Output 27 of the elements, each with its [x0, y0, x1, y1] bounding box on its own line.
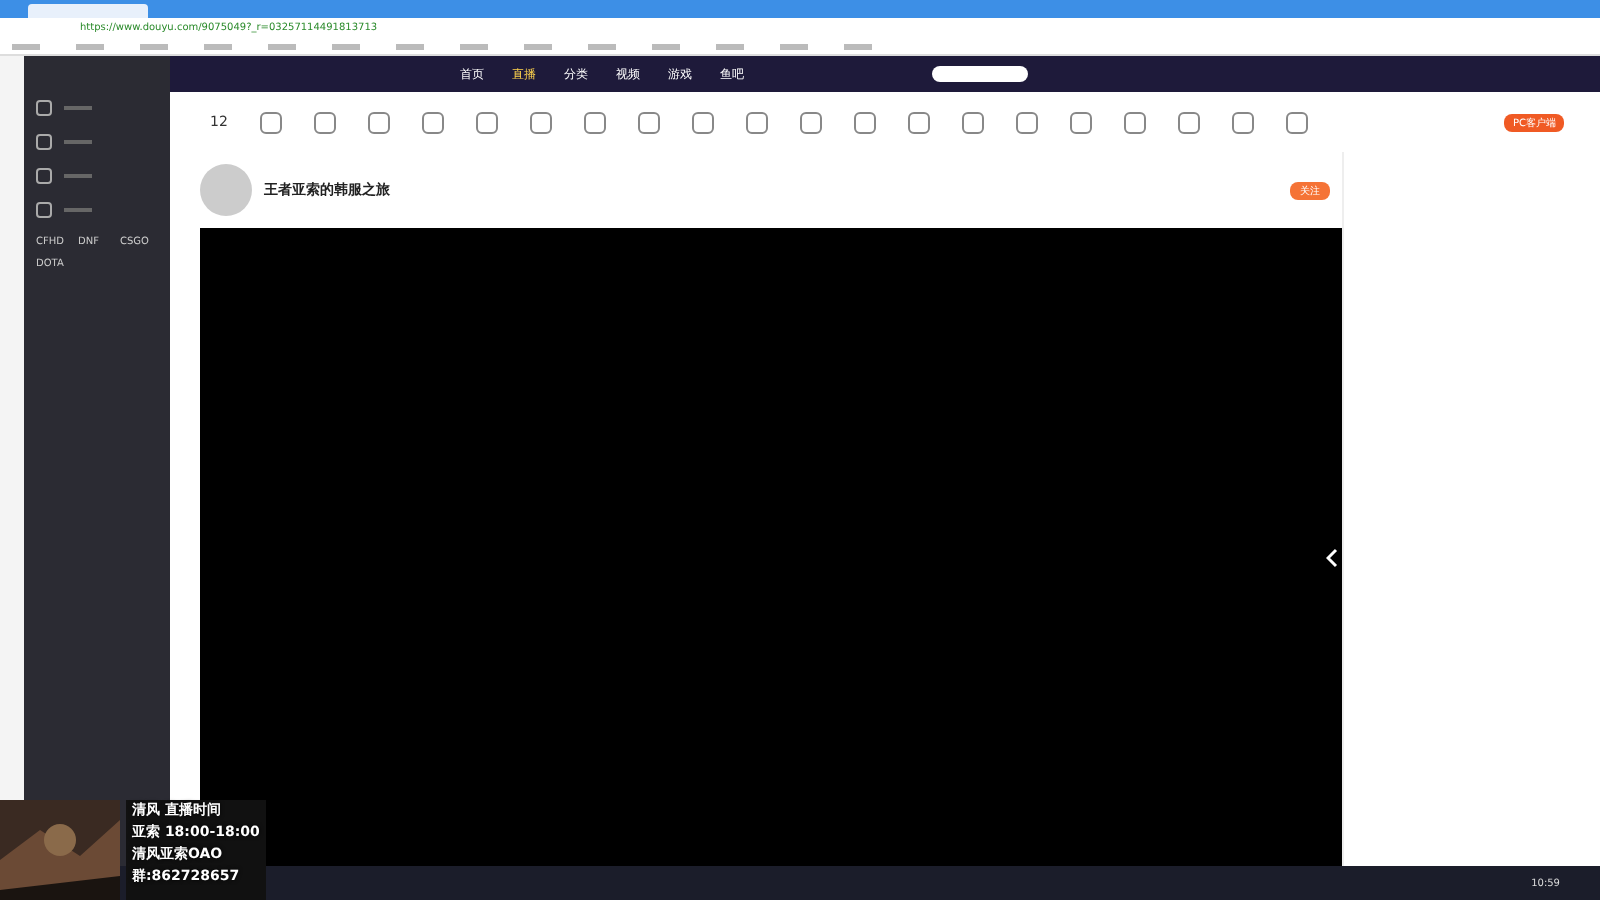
category-icon[interactable]	[259, 111, 282, 133]
menu-icon[interactable]	[36, 202, 52, 218]
category-icon[interactable]	[691, 111, 714, 133]
category-icon[interactable]	[1285, 111, 1308, 133]
avatar	[200, 164, 252, 216]
menu-icon[interactable]	[36, 100, 52, 116]
menu-icon[interactable]	[36, 168, 52, 184]
chevron-left-icon[interactable]	[1326, 548, 1338, 568]
category-icon[interactable]	[529, 111, 552, 133]
category-icon[interactable]	[907, 111, 930, 133]
category-icon[interactable]	[799, 111, 822, 133]
category-icon[interactable]	[313, 111, 336, 133]
category-icon[interactable]	[1069, 111, 1092, 133]
category-icon[interactable]	[745, 111, 768, 133]
category-icon[interactable]	[1231, 111, 1254, 133]
category-icon[interactable]	[853, 111, 876, 133]
search-field[interactable]	[932, 66, 1028, 82]
menu-icon[interactable]	[36, 134, 52, 150]
category-icon[interactable]	[367, 111, 390, 133]
category-icon[interactable]	[583, 111, 606, 133]
category-icon[interactable]	[475, 111, 498, 133]
category-icon[interactable]	[1123, 111, 1146, 133]
category-icon[interactable]	[421, 111, 444, 133]
category-icon[interactable]	[1015, 111, 1038, 133]
category-icon[interactable]	[1177, 111, 1200, 133]
category-icon[interactable]	[961, 111, 984, 133]
category-icon[interactable]	[637, 111, 660, 133]
